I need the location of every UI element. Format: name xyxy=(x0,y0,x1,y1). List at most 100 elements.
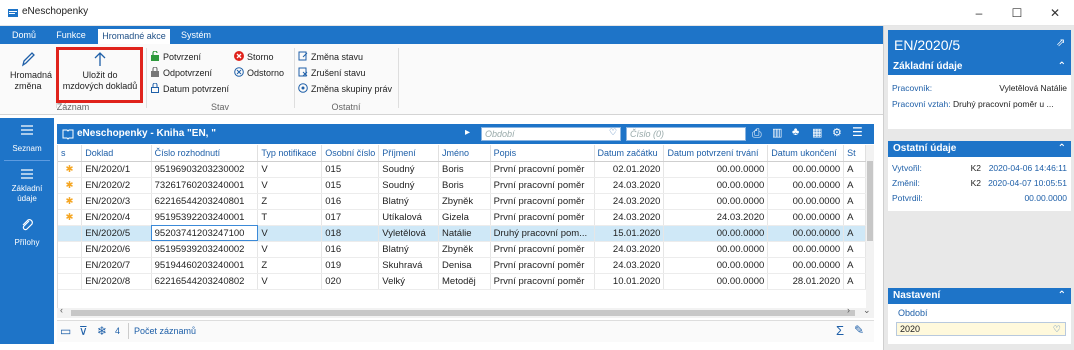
heart-icon[interactable]: ♡ xyxy=(1053,323,1061,335)
zmenil-value[interactable]: 2020-04-07 10:05:51 xyxy=(988,178,1067,188)
cell-prijmeni: Vyletělová xyxy=(378,225,439,242)
close-button[interactable]: ✕ xyxy=(1036,0,1074,26)
column-header[interactable]: Příjmení xyxy=(378,145,439,162)
column-header[interactable]: Doklad xyxy=(81,145,152,162)
table-row[interactable]: EN/2020/8 62216544203240802 V 020 Velký Metod… xyxy=(58,273,866,290)
zmena-skupiny-label: Změna skupiny práv xyxy=(311,84,393,94)
mass-change-label: Hromadná změna xyxy=(10,70,53,91)
cell-zacatek: 02.01.2020 xyxy=(594,161,665,178)
cell-ukonceni: 00.00.0000 xyxy=(767,161,845,178)
cell-zacatek: 24.03.2020 xyxy=(594,193,665,210)
column-header[interactable]: Datum potvrzení trvání xyxy=(663,145,769,162)
status-star-icon: ✱ xyxy=(58,161,83,178)
collapse-icon[interactable]: ⌃ xyxy=(1058,59,1066,75)
cell-zacatek: 24.03.2020 xyxy=(594,209,665,226)
cell-zacatek: 24.03.2020 xyxy=(594,257,665,274)
collapse-icon[interactable]: ⌃ xyxy=(1058,141,1066,157)
storno-button[interactable]: Storno xyxy=(234,50,274,64)
column-header[interactable]: Jméno xyxy=(438,145,491,162)
print-icon[interactable]: ⎙ xyxy=(752,126,762,141)
potvrzeni-button[interactable]: Potvrzení xyxy=(150,50,201,64)
vytvoril-value[interactable]: 2020-04-06 14:46:11 xyxy=(989,163,1067,173)
odpotvrzeni-button[interactable]: Odpotvrzení xyxy=(150,66,212,80)
tab-system[interactable]: Systém xyxy=(176,26,216,44)
datum-potvrzeni-button[interactable]: Datum potvrzení xyxy=(150,82,229,96)
nav-seznam[interactable]: Seznam xyxy=(0,124,54,153)
status-bar: ▭ ⊽ ❄ 4 Počet záznamů Σ ✎ xyxy=(57,320,874,342)
table-row[interactable]: EN/2020/7 95194460203240001 Z 019 Skuhravá De… xyxy=(58,257,866,274)
column-header[interactable]: Datum ukončení xyxy=(767,145,845,162)
obdobi-select[interactable]: 2020 ♡ xyxy=(896,322,1066,336)
obdobi-filter-input[interactable]: Období xyxy=(481,127,621,141)
cell-jmeno: Boris xyxy=(438,177,491,194)
edit-icon[interactable]: ✎ xyxy=(854,323,864,337)
cell-popis: První pracovní poměr xyxy=(490,177,595,194)
scroll-down-icon[interactable]: ⌄ xyxy=(863,305,871,316)
section-ostatni-udaje[interactable]: Ostatní údaje ⌃ xyxy=(888,141,1071,157)
zmena-stavu-button[interactable]: Změna stavu xyxy=(298,50,363,64)
book-status-icon[interactable]: ▭ xyxy=(60,324,71,338)
horizontal-scrollbar[interactable]: ‹ › ⌄ xyxy=(57,305,874,318)
cell-doklad: EN/2020/4 xyxy=(81,209,152,226)
section-zakladni-udaje[interactable]: Základní údaje ⌃ xyxy=(888,59,1071,75)
users-icon[interactable]: ♣ xyxy=(792,126,799,138)
menu-icon[interactable]: ☰ xyxy=(852,125,863,139)
snowflake-icon[interactable]: ❄ xyxy=(97,324,107,338)
detail-panel: EN/2020/5 ⇗ Základní údaje ⌃ Pracovník: … xyxy=(883,26,1074,350)
zmena-skupiny-button[interactable]: Změna skupiny práv xyxy=(298,82,392,96)
filter-arrow-icon[interactable]: ▸ xyxy=(465,127,470,138)
column-header[interactable]: St xyxy=(843,145,866,162)
table-row[interactable]: EN/2020/5 95203741203247100 V 018 Vyletělová… xyxy=(58,225,866,242)
chart-icon[interactable]: ▥ xyxy=(772,126,782,139)
scrollbar-thumb[interactable] xyxy=(71,310,855,316)
columns-icon[interactable]: ▦ xyxy=(812,126,822,139)
cell-doklad: EN/2020/3 xyxy=(81,193,152,210)
column-header[interactable]: s xyxy=(58,145,83,162)
column-header[interactable]: Číslo rozhodnutí xyxy=(151,145,259,162)
table-row[interactable]: EN/2020/6 95195939203240002 V 016 Blatný Zbyn… xyxy=(58,241,866,258)
column-header[interactable]: Osobní číslo xyxy=(321,145,380,162)
heart-icon[interactable]: ♡ xyxy=(609,127,617,138)
table-row[interactable]: ✱ EN/2020/2 73261760203240001 V 015 Soudný Bor… xyxy=(58,177,866,194)
cell-popis: První pracovní poměr xyxy=(490,161,595,178)
nav-zakladni-udaje[interactable]: Základní údaje xyxy=(0,168,54,204)
section-nastaveni[interactable]: Nastavení ⌃ xyxy=(888,288,1071,304)
mass-change-button[interactable]: Hromadná změna xyxy=(2,50,54,92)
nav-prilohy[interactable]: Přílohy xyxy=(0,218,54,247)
column-header[interactable]: Popis xyxy=(490,145,595,162)
cell-popis: První pracovní poměr xyxy=(490,257,595,274)
odstorno-button[interactable]: Odstorno xyxy=(234,66,284,80)
status-star-icon xyxy=(58,241,83,258)
cell-zacatek: 24.03.2020 xyxy=(594,241,665,258)
table-row[interactable]: ✱ EN/2020/1 95196903203230002 V 015 Soudný Bor… xyxy=(58,161,866,178)
popout-icon[interactable]: ⇗ xyxy=(1056,36,1065,49)
column-header[interactable]: Datum začátku xyxy=(594,145,665,162)
table-row[interactable]: ✱ EN/2020/4 95195392203240001 T 017 Utíkalová… xyxy=(58,209,866,226)
minimize-button[interactable]: – xyxy=(960,0,998,26)
detail-header: EN/2020/5 ⇗ xyxy=(888,30,1071,60)
scroll-right-icon[interactable]: › xyxy=(847,305,850,315)
column-header[interactable]: Typ notifikace xyxy=(257,145,323,162)
cislo-filter-input[interactable]: Číslo (0) xyxy=(626,127,746,141)
tab-domu[interactable]: Domů xyxy=(6,26,42,44)
cell-doklad: EN/2020/5 xyxy=(81,225,152,242)
scroll-left-icon[interactable]: ‹ xyxy=(60,305,63,315)
table-row[interactable]: ✱ EN/2020/3 62216544203240801 Z 016 Blatný Zby… xyxy=(58,193,866,210)
tab-funkce[interactable]: Funkce xyxy=(50,26,92,44)
maximize-button[interactable]: ☐ xyxy=(998,0,1036,26)
vertical-scrollbar[interactable] xyxy=(866,145,874,308)
cell-potvrzeni: 00.00.0000 xyxy=(663,193,769,210)
filter-icon[interactable]: ⊽ xyxy=(79,324,88,338)
settings-icon[interactable]: ⚙ xyxy=(832,126,842,139)
group-label-stav: Stav xyxy=(210,102,229,112)
tab-hromadne-akce[interactable]: Hromadné akce xyxy=(98,29,170,44)
sum-icon[interactable]: Σ xyxy=(836,323,844,338)
zruseni-stavu-button[interactable]: Zrušení stavu xyxy=(298,66,366,80)
obdobi-label: Období xyxy=(898,308,928,318)
cell-cislo: 73261760203240001 xyxy=(151,177,259,194)
detail-title: EN/2020/5 xyxy=(894,37,961,53)
storno-label: Storno xyxy=(247,52,274,62)
collapse-icon[interactable]: ⌃ xyxy=(1058,288,1066,304)
cell-osobni: 015 xyxy=(321,177,380,194)
cell-jmeno: Metoděj xyxy=(438,273,491,290)
